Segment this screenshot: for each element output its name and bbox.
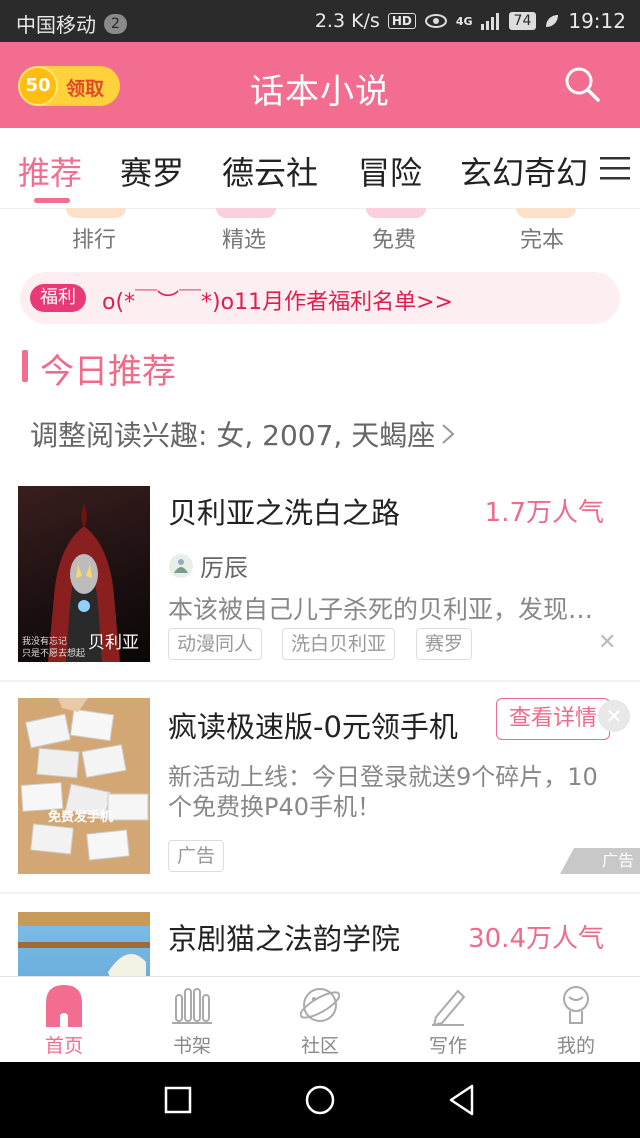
nav-label: 写作: [428, 1035, 467, 1057]
welfare-banner[interactable]: 福利 o(*￣︶￣*)o11月作者福利名单>>: [20, 272, 620, 324]
eye-icon: [424, 14, 447, 28]
tab-recommend[interactable]: 推荐: [18, 148, 82, 194]
notification-count: 2: [104, 13, 127, 34]
reading-interest-text: 调整阅读兴趣: 女, 2007, 天蝎座: [30, 419, 436, 452]
nav-label: 书架: [172, 1035, 211, 1057]
welfare-tag: 福利: [30, 284, 86, 312]
book-tag[interactable]: 洗白贝利亚: [282, 628, 396, 660]
app-title: 话本小说: [250, 72, 390, 112]
book-card[interactable]: 我没有忘记 只是不愿去想起 贝利亚 贝利亚之洗白之路 1.7万人气 厉辰 本该被…: [0, 480, 640, 676]
author[interactable]: 厉辰: [168, 548, 248, 583]
ranking-icon: [66, 208, 126, 218]
quick-link-completed[interactable]: 完本: [520, 222, 564, 254]
tab-fantasy[interactable]: 玄幻奇幻: [460, 148, 588, 194]
network-speed: 2.3 K/s: [314, 10, 380, 32]
pen-icon: [432, 989, 466, 1027]
ad-tag: 广告: [168, 840, 225, 872]
recents-icon[interactable]: [164, 1086, 192, 1114]
nav-label: 首页: [44, 1035, 83, 1057]
profile-icon: [563, 986, 589, 1024]
ad-label-text: 广告: [601, 851, 634, 870]
category-tabs: 推荐 赛罗 德云社 冒险 玄幻奇幻: [0, 128, 640, 209]
reading-interest-link[interactable]: 调整阅读兴趣: 女, 2007, 天蝎座: [30, 414, 455, 454]
popularity: 30.4万人气: [468, 924, 604, 954]
carrier-name: 中国移动: [16, 13, 96, 37]
nav-write[interactable]: 写作: [384, 977, 512, 1063]
app-bar: 50 领取 话本小说: [0, 42, 640, 128]
ad-description: 新活动上线：今日登录就送9个碎片，10个免费换P40手机！: [168, 763, 598, 821]
section-title: 今日推荐: [40, 352, 176, 392]
chevron-right-icon: [442, 424, 455, 444]
ad-title[interactable]: 疯读极速版-0元领手机: [168, 704, 458, 746]
nav-label: 社区: [300, 1035, 339, 1057]
book-card[interactable]: 京剧猫之法韵学院 30.4万人气: [0, 894, 640, 976]
completed-icon: [516, 208, 576, 218]
ad-cover-caption: 免费发手机: [48, 810, 114, 825]
nav-home[interactable]: 首页: [0, 977, 128, 1063]
leaf-icon: [546, 15, 559, 27]
nav-community[interactable]: 社区: [256, 977, 384, 1063]
quick-link-free[interactable]: 免费: [372, 222, 416, 254]
nav-label: 我的: [556, 1035, 595, 1057]
quick-link-featured[interactable]: 精选: [222, 222, 266, 254]
ad-label: 广告: [560, 848, 640, 874]
ad-cover: 免费发手机: [18, 698, 150, 874]
author-name: 厉辰: [200, 554, 248, 582]
bottom-nav: 首页 书架 社区 写作 我的: [0, 976, 640, 1063]
cover-illustration: [18, 912, 150, 976]
system-nav-bar: [0, 1062, 640, 1138]
clock: 19:12: [568, 9, 626, 33]
nav-bookshelf[interactable]: 书架: [128, 977, 256, 1063]
tab-deyunshe[interactable]: 德云社: [222, 148, 318, 194]
cover-caption-2: 只是不愿去想起: [22, 649, 86, 659]
free-icon: [366, 208, 426, 218]
nav-profile[interactable]: 我的: [512, 977, 640, 1063]
section-accent-bar: [22, 350, 28, 382]
close-ad-icon[interactable]: ✕: [598, 700, 630, 732]
dismiss-icon[interactable]: ✕: [598, 630, 616, 655]
book-tag[interactable]: 动漫同人: [168, 628, 263, 660]
book-cover: 我没有忘记 只是不愿去想起 贝利亚: [18, 486, 150, 662]
tab-adventure[interactable]: 冒险: [358, 148, 422, 194]
author-avatar-icon: [169, 553, 193, 578]
view-details-button[interactable]: 查看详情: [496, 698, 610, 740]
home-circle-icon[interactable]: [304, 1084, 336, 1116]
menu-icon[interactable]: [600, 154, 630, 182]
signal-icon: [480, 13, 499, 30]
search-icon[interactable]: [562, 64, 602, 104]
tab-zero[interactable]: 赛罗: [120, 148, 184, 194]
home-icon: [46, 985, 82, 1027]
network-type: 4G: [455, 14, 473, 28]
popularity: 1.7万人气: [484, 498, 604, 528]
book-description: 本该被自己儿子杀死的贝利亚，发现自己并没有死，而是…: [168, 595, 614, 624]
active-tab-indicator: [34, 198, 70, 203]
battery-level: 74: [508, 12, 537, 30]
book-title[interactable]: 贝利亚之洗白之路: [168, 490, 400, 532]
planet-icon: [300, 988, 340, 1022]
hd-icon: HD: [387, 13, 416, 29]
phone-boxes-illustration: [18, 698, 150, 874]
bookshelf-icon: [172, 988, 212, 1024]
featured-icon: [216, 208, 276, 218]
book-cover: [18, 912, 150, 976]
status-bar: 中国移动 2 2.3 K/s HD 4G 74 19:12: [0, 0, 640, 42]
book-tag[interactable]: 赛罗: [416, 628, 473, 660]
book-title[interactable]: 京剧猫之法韵学院: [168, 916, 400, 958]
back-icon[interactable]: [448, 1084, 476, 1116]
welfare-text: o(*￣︶￣*)o11月作者福利名单>>: [102, 290, 453, 315]
cover-name: 贝利亚: [88, 633, 139, 653]
quick-link-ranking[interactable]: 排行: [72, 222, 116, 254]
